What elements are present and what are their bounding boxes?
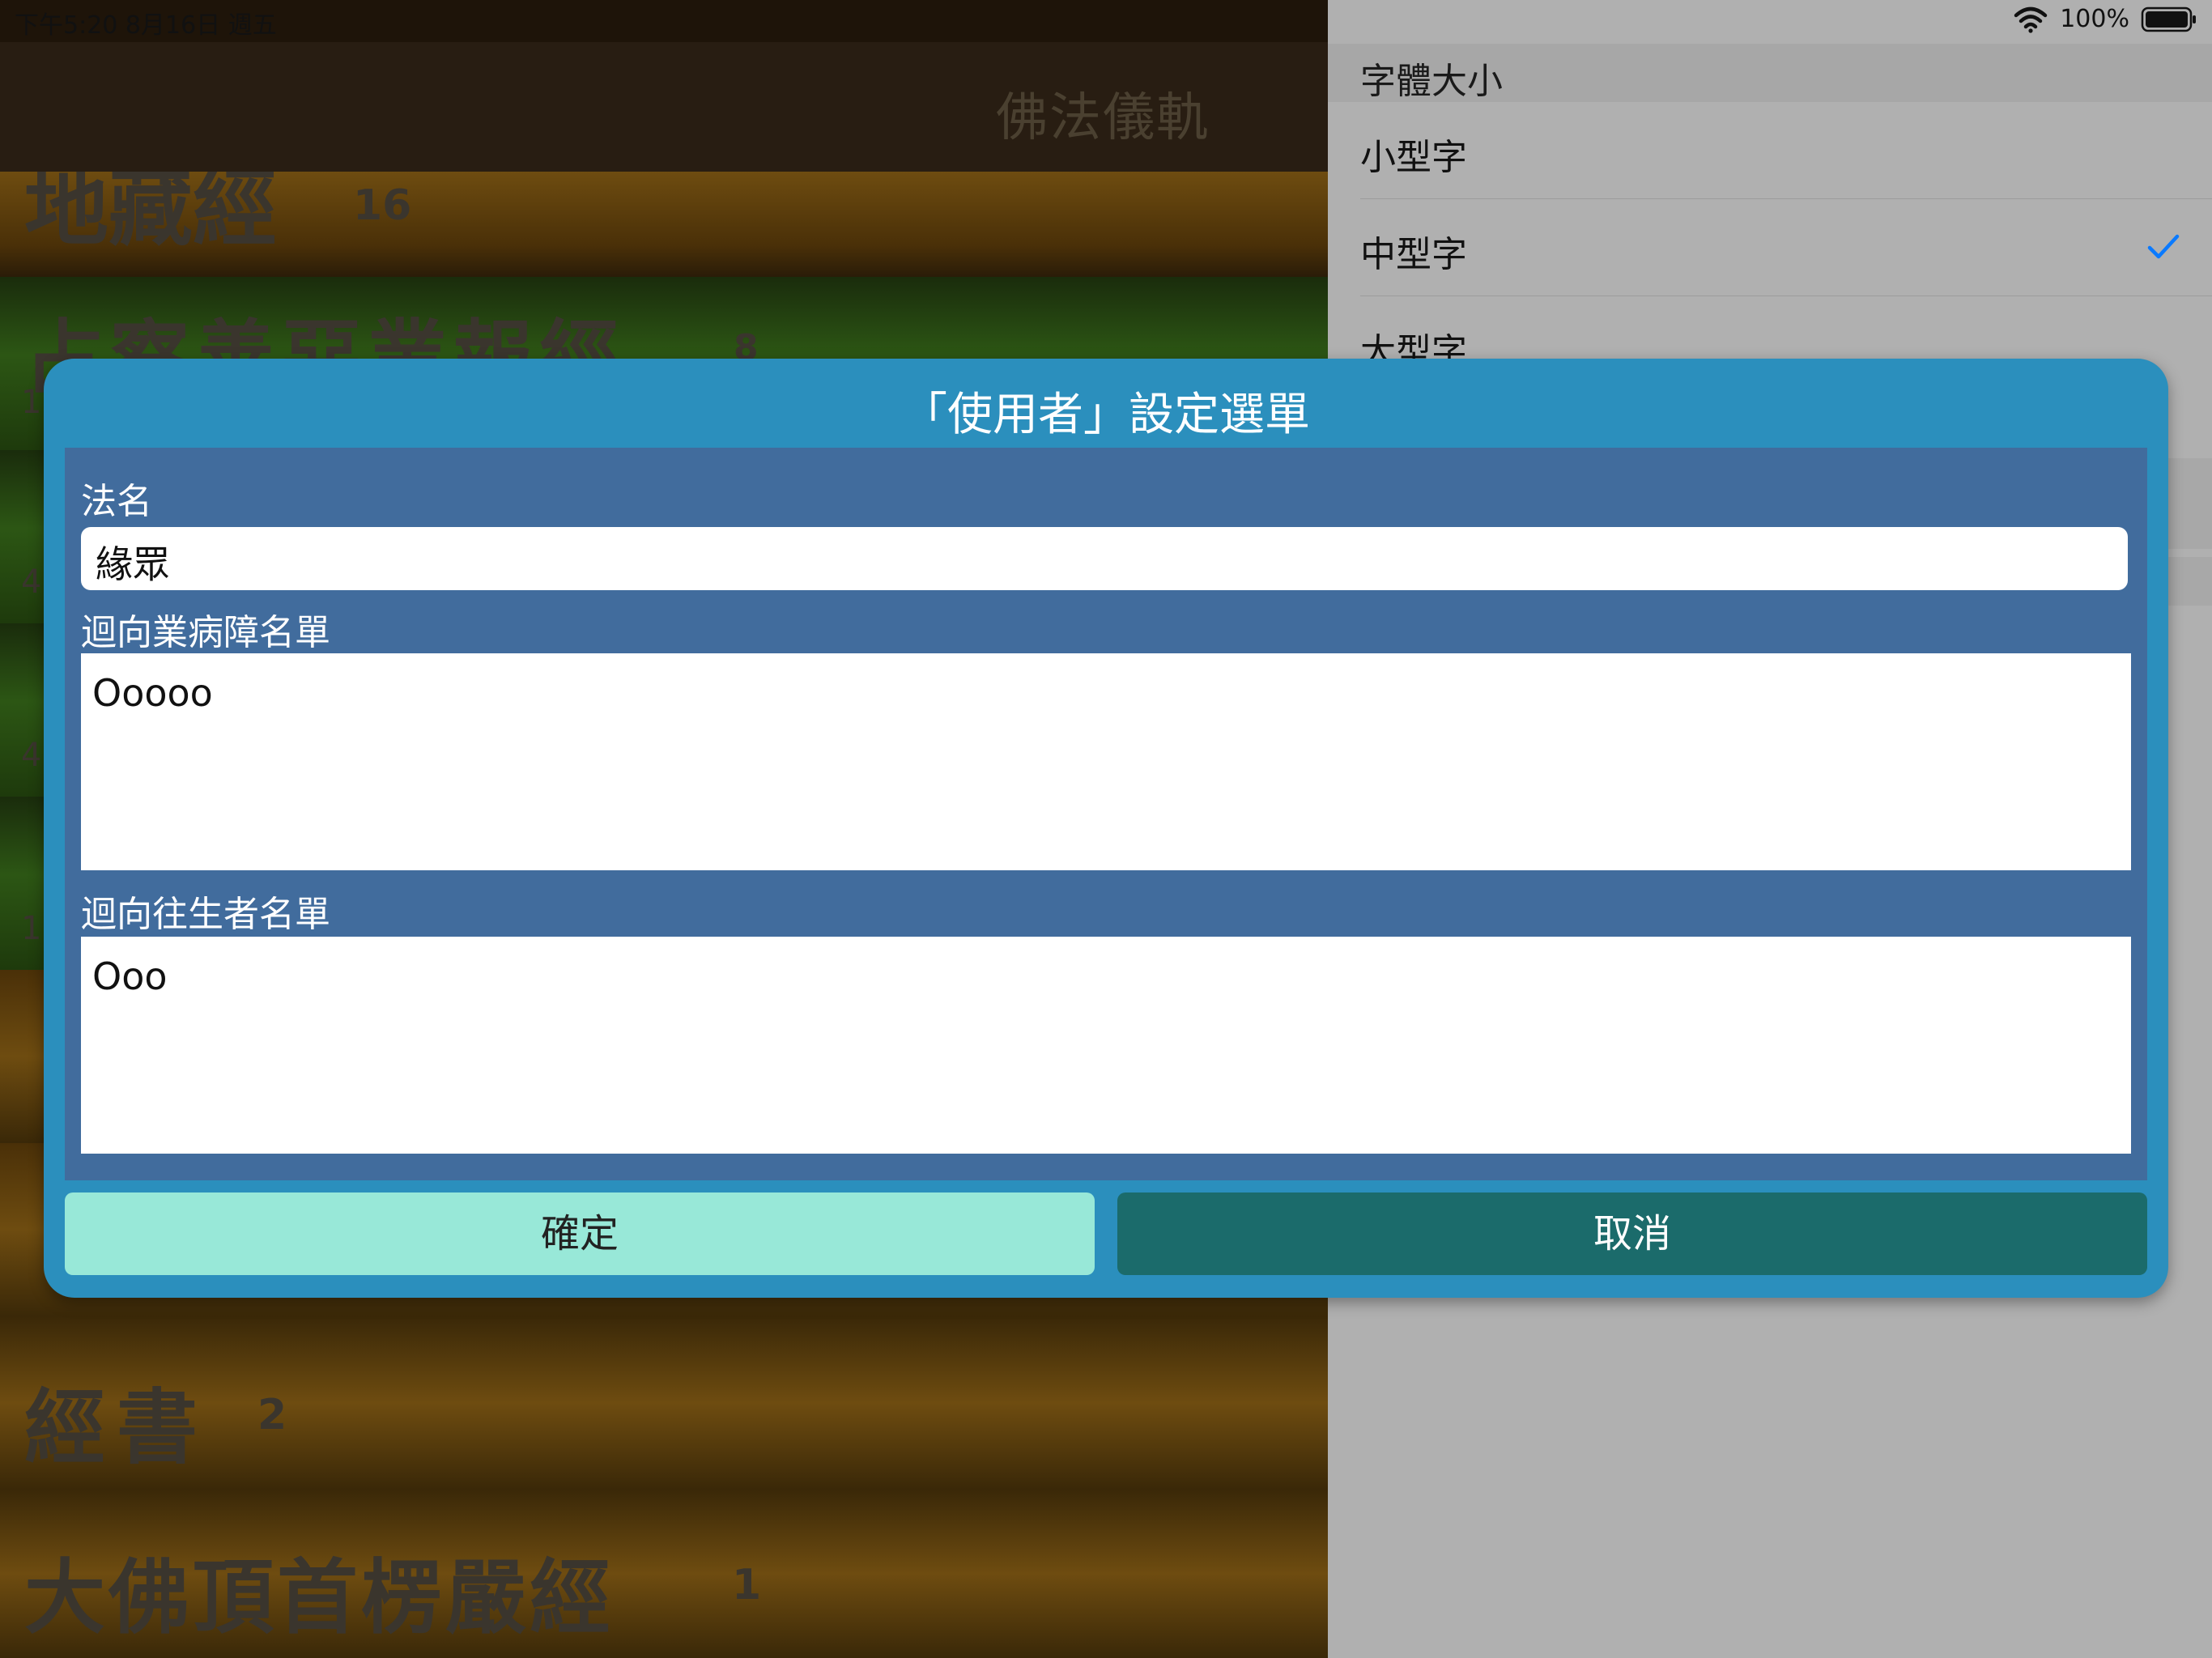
deceased-list-label: 迴向往生者名單 <box>81 894 330 935</box>
font-size-section-header: 字體大小 <box>1328 44 2212 102</box>
dharma-name-input[interactable]: 緣眾 <box>81 527 2128 590</box>
book-title: 大佛頂首楞嚴經 <box>24 1550 614 1645</box>
book-row-dizang[interactable]: 地藏經 16 <box>0 172 1328 277</box>
book-subtext: 4 <box>21 737 42 774</box>
illness-list-value: Ooooo <box>92 671 213 715</box>
cancel-button[interactable]: 取消 <box>1117 1192 2147 1275</box>
book-row-lengyan[interactable]: 大佛頂首楞嚴經 1 <box>0 1490 1328 1658</box>
wifi-icon <box>2014 6 2048 33</box>
option-small-font[interactable]: 小型字 <box>1328 104 2212 199</box>
status-bar: 下午5:20 8月16日 週五 100% <box>0 0 2212 42</box>
dialog-body: 法名 緣眾 迴向業病障名單 Ooooo 迴向往生者名單 Ooo <box>65 448 2147 1180</box>
dialog-title: 「使用者」設定選單 <box>902 389 1310 441</box>
status-indicators: 100% <box>2013 5 2197 33</box>
book-subtext: 4 <box>21 563 42 601</box>
battery-percentage: 100% <box>2060 5 2129 33</box>
status-time-date: 下午5:20 8月16日 週五 <box>15 11 277 40</box>
user-settings-dialog: 「使用者」設定選單 法名 緣眾 迴向業病障名單 Ooooo 迴向往生者名單 Oo… <box>44 359 2168 1298</box>
book-count: 16 <box>353 181 412 230</box>
option-medium-font[interactable]: 中型字 <box>1328 201 2212 296</box>
illness-list-textarea[interactable]: Ooooo <box>81 653 2131 870</box>
option-label: 中型字 <box>1360 234 1467 275</box>
deceased-list-value: Ooo <box>92 954 168 998</box>
section-title: 字體大小 <box>1360 61 1503 102</box>
deceased-list-textarea[interactable]: Ooo <box>81 937 2131 1154</box>
dharma-name-value: 緣眾 <box>96 542 170 586</box>
divider <box>1360 198 2212 199</box>
divider <box>1360 295 2212 296</box>
book-count: 2 <box>257 1391 287 1439</box>
book-title: 經書 <box>24 1380 209 1475</box>
checkmark-icon <box>2147 234 2180 259</box>
book-subtext: 1 <box>21 384 42 421</box>
book-count: 1 <box>732 1561 762 1609</box>
book-subtext: 1 <box>21 910 42 947</box>
nav-bar: 佛法儀軌 <box>0 42 1328 172</box>
book-row-jingshu[interactable]: 經書 2 <box>0 1316 1328 1490</box>
battery-icon <box>2141 6 2196 32</box>
illness-list-label: 迴向業病障名單 <box>81 612 330 653</box>
dharma-name-label: 法名 <box>81 481 152 522</box>
confirm-button[interactable]: 確定 <box>65 1192 1095 1275</box>
option-label: 小型字 <box>1360 137 1467 178</box>
book-title: 地藏經 <box>24 172 278 257</box>
nav-title: 佛法儀軌 <box>996 88 1210 148</box>
